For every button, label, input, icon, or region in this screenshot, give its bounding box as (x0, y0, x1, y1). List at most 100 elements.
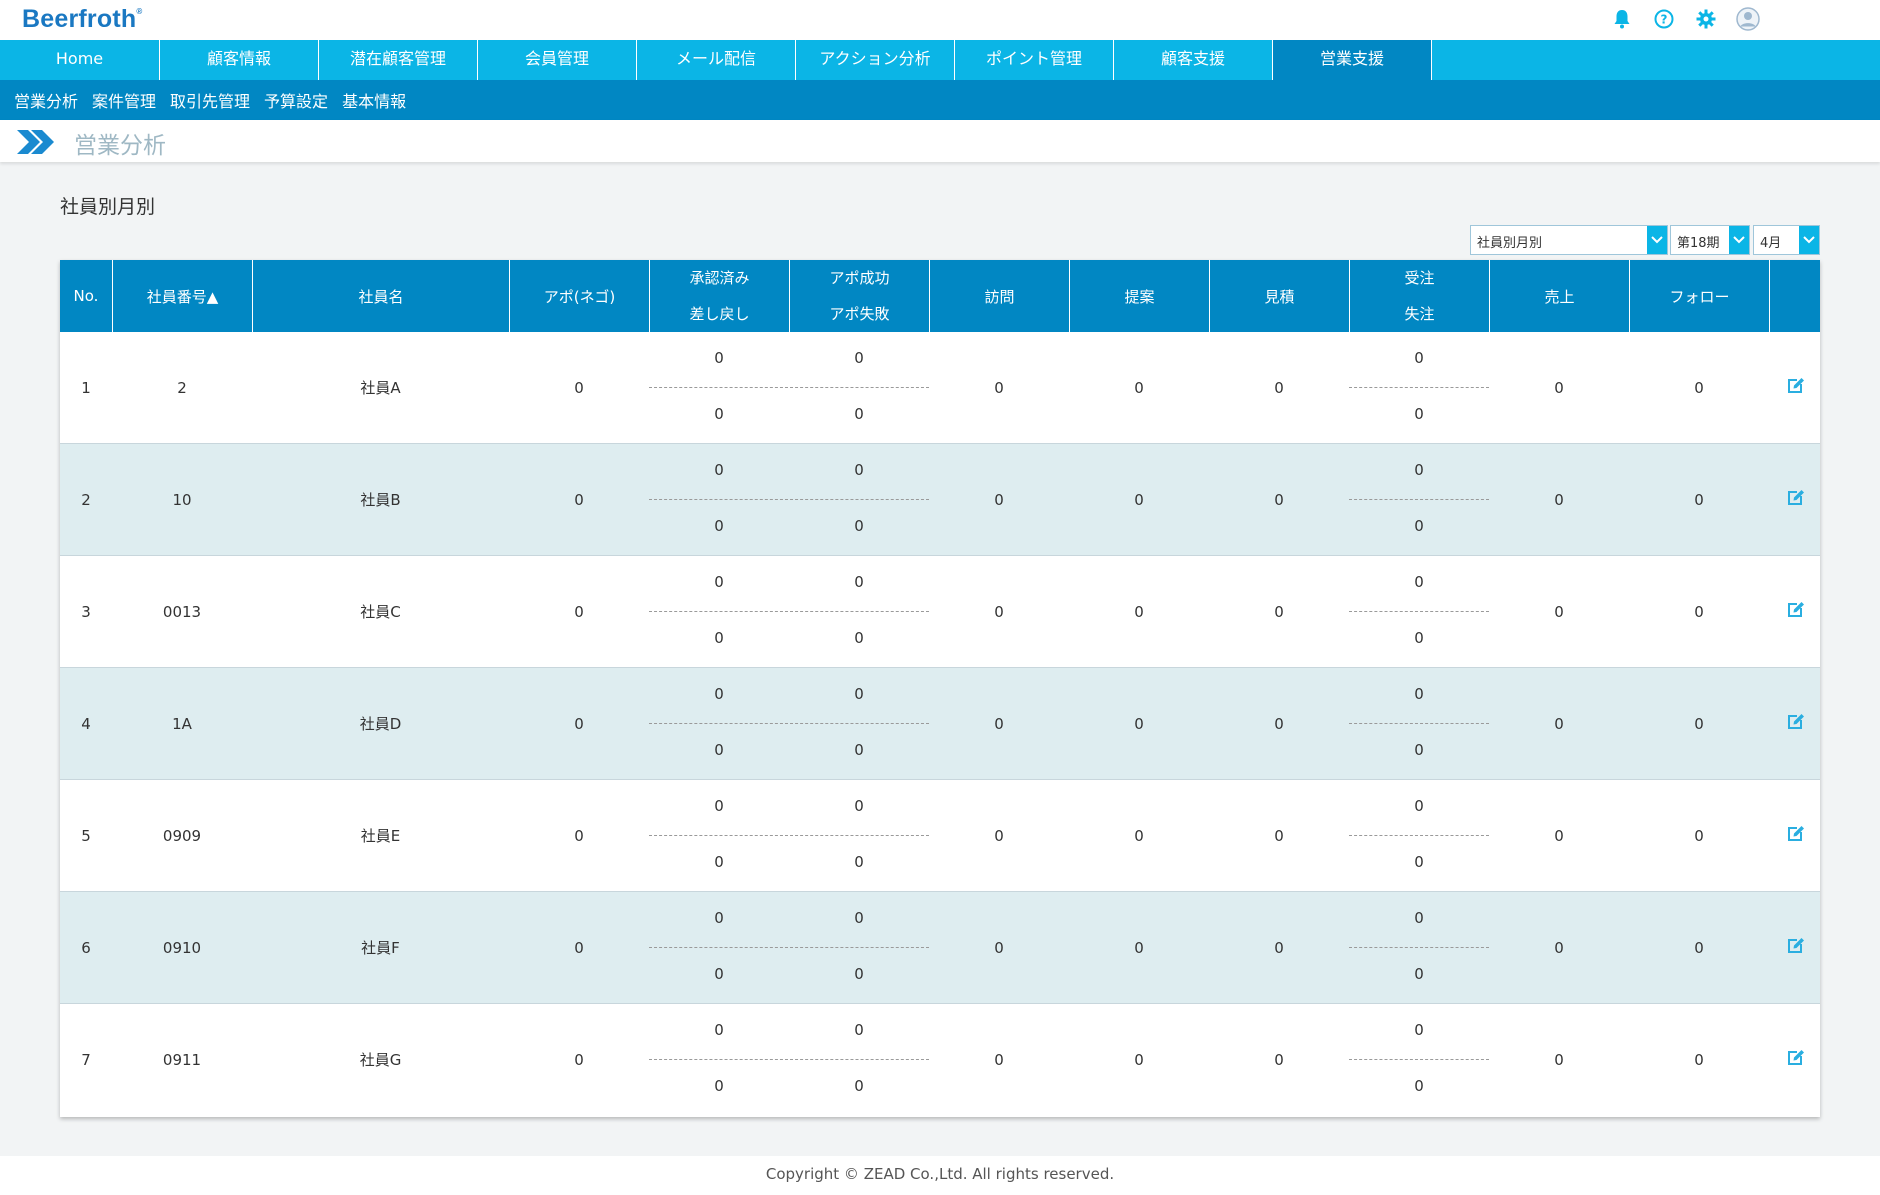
header-employee-no[interactable]: 社員番号▲ (112, 260, 252, 332)
main-nav-customer-info[interactable]: 顧客情報 (160, 40, 319, 80)
apo-success-count: 0 (854, 1021, 864, 1039)
sub-nav-deal-management[interactable]: 案件管理 (92, 88, 156, 112)
main-nav: Home 顧客情報 潜在顧客管理 会員管理 メール配信 アクション分析 ポイント… (0, 40, 1880, 80)
edit-icon[interactable] (1783, 596, 1809, 622)
main-nav-prospect-management[interactable]: 潜在顧客管理 (319, 40, 478, 80)
main-nav-action-analysis[interactable]: アクション分析 (796, 40, 955, 80)
sub-nav-budget-settings[interactable]: 予算設定 (264, 88, 328, 112)
proposal-count: 0 (1134, 938, 1144, 957)
order-count: 0 (1414, 349, 1424, 367)
returned-count: 0 (714, 517, 724, 535)
approved-count: 0 (714, 1021, 724, 1039)
estimate-count: 0 (1274, 938, 1284, 957)
apo-fail-count: 0 (854, 629, 864, 647)
estimate-count: 0 (1274, 378, 1284, 397)
period-select[interactable]: 第18期 (1670, 225, 1750, 255)
table-row: 1 2 社員A 0 0 0 0 0 0 0 0 0 0 0 0 (60, 332, 1820, 444)
footer: Copyright © ZEAD Co.,Ltd. All rights res… (0, 1156, 1880, 1195)
employee-name: 社員A (360, 379, 401, 397)
proposal-count: 0 (1134, 714, 1144, 733)
main-nav-member-management[interactable]: 会員管理 (478, 40, 637, 80)
app-logo[interactable]: Beerfroth® (22, 5, 142, 34)
main-nav-home[interactable]: Home (0, 40, 160, 80)
edit-icon[interactable] (1783, 820, 1809, 846)
row-divider (1349, 611, 1489, 612)
main-nav-sales-support[interactable]: 営業支援 (1273, 40, 1432, 80)
apo-fail-count: 0 (854, 405, 864, 423)
row-number: 7 (81, 1050, 91, 1069)
header-sales: 売上 (1489, 260, 1629, 332)
table-body: 1 2 社員A 0 0 0 0 0 0 0 0 0 0 0 0 2 10 社員B 0 0 0 0 0 0 0 0 0 0 0 0 3 00… (60, 332, 1820, 1116)
lost-count: 0 (1414, 517, 1424, 535)
approved-count: 0 (714, 349, 724, 367)
main-nav-mail-delivery[interactable]: メール配信 (637, 40, 796, 80)
main-nav-customer-support[interactable]: 顧客支援 (1114, 40, 1273, 80)
lost-count: 0 (1414, 405, 1424, 423)
edit-icon[interactable] (1783, 484, 1809, 510)
approved-count: 0 (714, 461, 724, 479)
apo-fail-count: 0 (854, 965, 864, 983)
sales-count: 0 (1554, 826, 1564, 845)
gear-icon[interactable] (1693, 6, 1719, 32)
employee-number: 0911 (162, 1050, 202, 1069)
apo-count: 0 (574, 938, 584, 957)
row-divider (649, 947, 929, 948)
edit-icon[interactable] (1783, 1044, 1809, 1070)
sub-nav-basic-info[interactable]: 基本情報 (342, 88, 406, 112)
edit-icon[interactable] (1783, 932, 1809, 958)
header-actions (1769, 260, 1820, 332)
help-icon[interactable]: ? (1651, 6, 1677, 32)
follow-count: 0 (1694, 714, 1704, 733)
period-select-value: 第18期 (1677, 236, 1720, 251)
order-count: 0 (1414, 461, 1424, 479)
follow-count: 0 (1694, 490, 1704, 509)
lost-count: 0 (1414, 853, 1424, 871)
sales-count: 0 (1554, 378, 1564, 397)
proposal-count: 0 (1134, 826, 1144, 845)
header-proposal: 提案 (1069, 260, 1209, 332)
logo-text: Beerfroth (22, 5, 137, 33)
row-number: 1 (81, 378, 91, 397)
edit-icon[interactable] (1783, 372, 1809, 398)
row-divider (1349, 387, 1489, 388)
user-avatar-icon[interactable] (1735, 6, 1761, 32)
main-nav-point-management[interactable]: ポイント管理 (955, 40, 1114, 80)
sub-nav-client-management[interactable]: 取引先管理 (170, 88, 250, 112)
returned-count: 0 (714, 741, 724, 759)
header-returned: 差し戻し (689, 305, 750, 323)
page-title: 営業分析 (74, 133, 166, 159)
visit-count: 0 (994, 938, 1004, 957)
table-header: No. 社員番号▲ 社員名 アポ(ネゴ) 承認済み 差し戻し アポ成功 アポ失敗… (60, 260, 1820, 332)
sales-count: 0 (1554, 602, 1564, 621)
order-count: 0 (1414, 685, 1424, 703)
estimate-count: 0 (1274, 826, 1284, 845)
month-select-value: 4月 (1760, 236, 1782, 251)
month-select[interactable]: 4月 (1753, 225, 1820, 255)
sub-nav-sales-analysis[interactable]: 営業分析 (14, 88, 78, 112)
bell-icon[interactable] (1609, 6, 1635, 32)
header-no: No. (73, 287, 99, 305)
row-number: 5 (81, 826, 91, 845)
row-divider (649, 611, 929, 612)
apo-success-count: 0 (854, 573, 864, 591)
table-row: 6 0910 社員F 0 0 0 0 0 0 0 0 0 0 0 0 (60, 892, 1820, 1004)
order-count: 0 (1414, 1021, 1424, 1039)
employee-name: 社員B (360, 491, 401, 509)
table-row: 2 10 社員B 0 0 0 0 0 0 0 0 0 0 0 0 (60, 444, 1820, 556)
follow-count: 0 (1694, 378, 1704, 397)
sales-count: 0 (1554, 714, 1564, 733)
row-divider (1349, 723, 1489, 724)
employee-monthly-table: No. 社員番号▲ 社員名 アポ(ネゴ) 承認済み 差し戻し アポ成功 アポ失敗… (60, 260, 1820, 1117)
row-divider (1349, 499, 1489, 500)
sales-count: 0 (1554, 490, 1564, 509)
order-count: 0 (1414, 797, 1424, 815)
follow-count: 0 (1694, 938, 1704, 957)
view-select[interactable]: 社員別月別 (1470, 225, 1668, 255)
edit-icon[interactable] (1783, 708, 1809, 734)
row-divider (649, 723, 929, 724)
visit-count: 0 (994, 1050, 1004, 1069)
proposal-count: 0 (1134, 378, 1144, 397)
employee-name: 社員D (359, 715, 402, 733)
chevron-down-icon (1729, 226, 1749, 254)
row-number: 4 (81, 714, 91, 733)
